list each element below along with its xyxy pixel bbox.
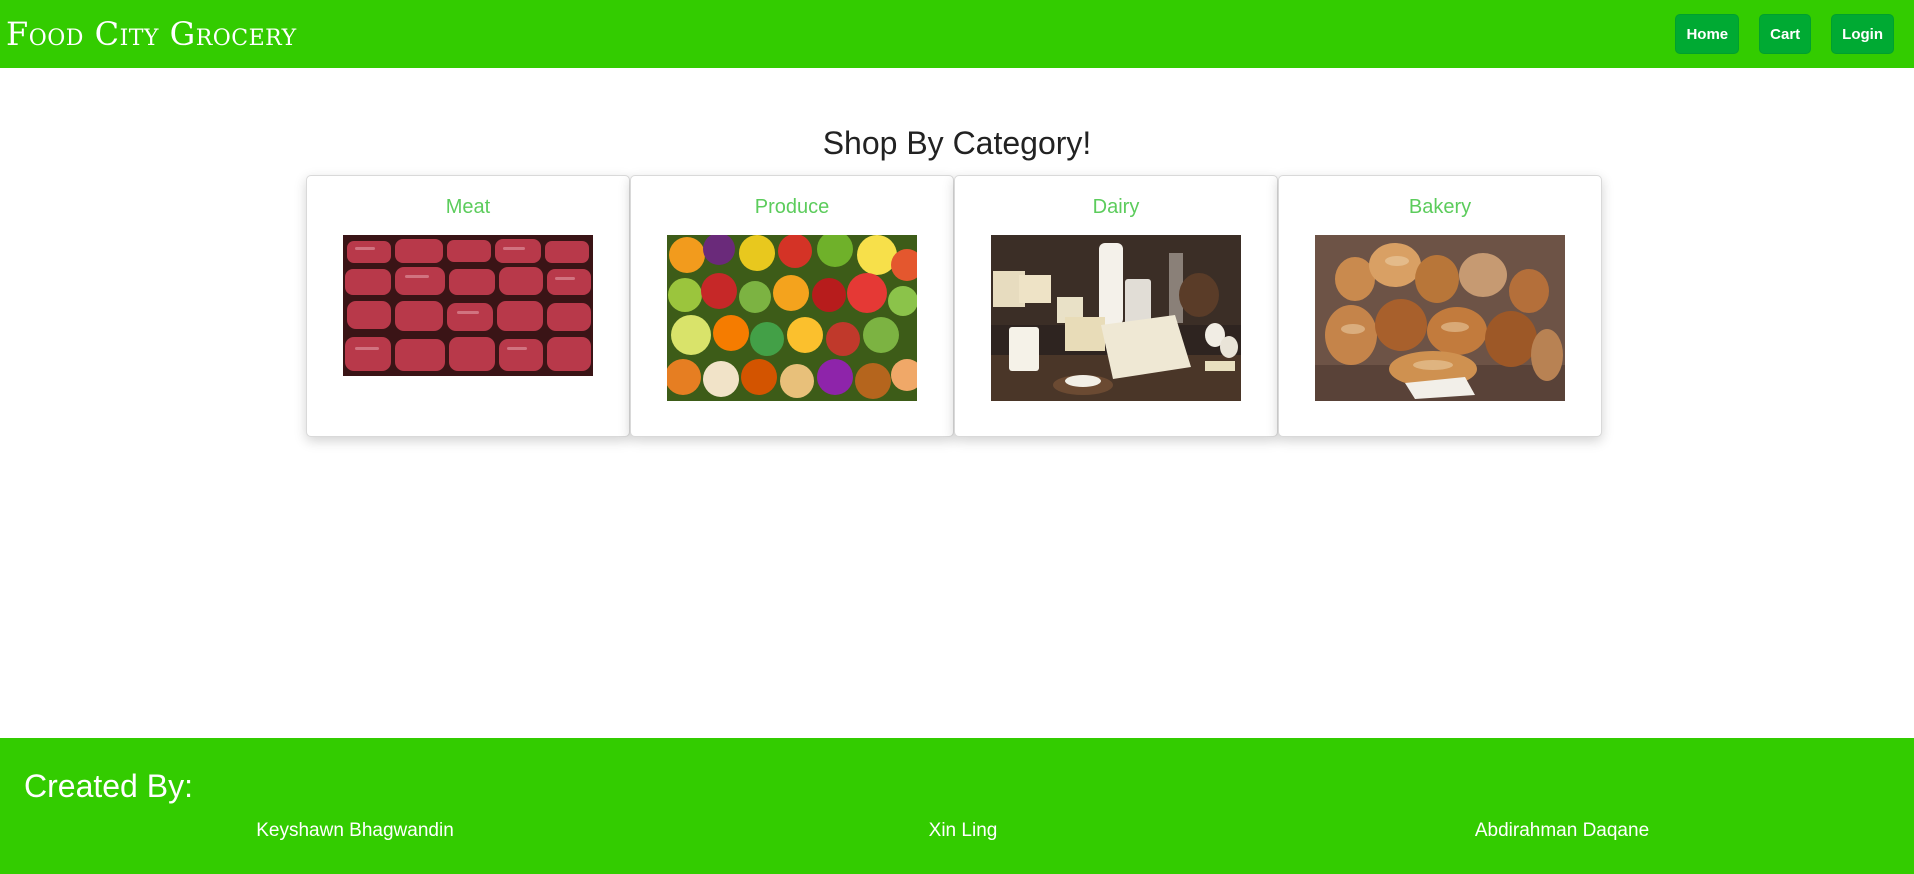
author-name: Keyshawn Bhagwandin (256, 820, 454, 841)
author-name: Xin Ling (928, 820, 998, 841)
dairy-photo[interactable] (991, 235, 1241, 401)
meat-photo[interactable] (343, 235, 593, 376)
produce-photo[interactable] (667, 235, 917, 401)
cart-button[interactable]: Cart (1759, 14, 1812, 54)
top-navbar: Food City Grocery Home Cart Login (0, 0, 1914, 68)
site-brand[interactable]: Food City Grocery (6, 15, 297, 53)
category-card-bakery[interactable]: Bakery (1278, 175, 1602, 437)
page-title: Shop By Category! (822, 125, 1092, 161)
footer-heading: Created By: (24, 768, 193, 804)
bakery-photo[interactable] (1315, 235, 1565, 401)
category-title-bakery[interactable]: Bakery (1409, 196, 1471, 219)
category-title-produce[interactable]: Produce (755, 196, 830, 219)
category-card-dairy[interactable]: Dairy (954, 175, 1278, 437)
author-name: Abdirahman Daqane (1474, 820, 1650, 841)
login-button[interactable]: Login (1831, 14, 1894, 54)
category-title-dairy[interactable]: Dairy (1093, 196, 1140, 219)
site-footer: Created By: Keyshawn Bhagwandin Xin Ling… (0, 738, 1914, 874)
category-card-produce[interactable]: Produce (630, 175, 954, 437)
category-card-meat[interactable]: Meat (306, 175, 630, 437)
category-card-list: Meat Produce Dairy Bakery (306, 175, 1602, 437)
nav-button-group: Home Cart Login (1675, 14, 1894, 54)
category-title-meat[interactable]: Meat (446, 196, 490, 219)
home-button[interactable]: Home (1675, 14, 1740, 54)
